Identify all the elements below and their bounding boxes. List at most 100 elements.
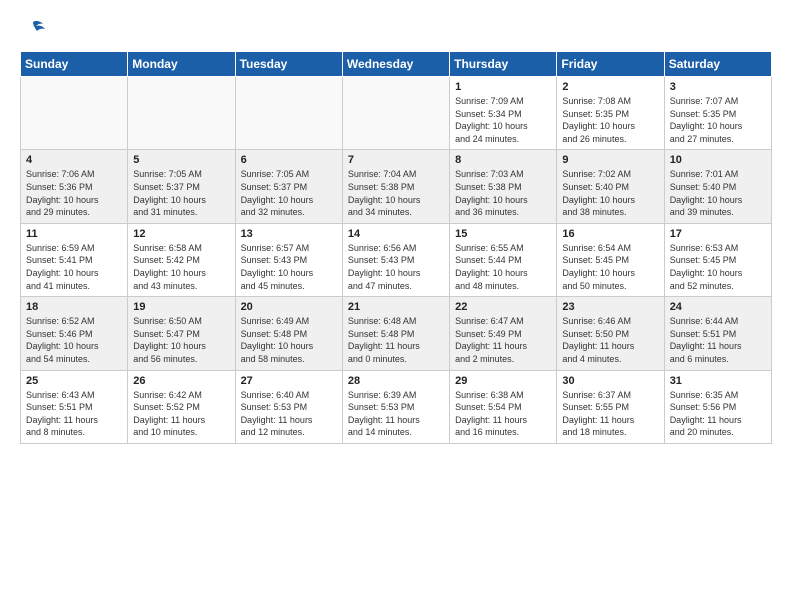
weekday-header-wednesday: Wednesday (342, 52, 449, 77)
day-info: Sunrise: 6:40 AM Sunset: 5:53 PM Dayligh… (241, 389, 337, 439)
day-number: 3 (670, 81, 766, 93)
calendar-cell: 21 Sunrise: 6:48 AM Sunset: 5:48 PM Dayli… (342, 297, 449, 370)
day-number: 25 (26, 375, 122, 387)
day-info: Sunrise: 7:01 AM Sunset: 5:40 PM Dayligh… (670, 168, 766, 218)
calendar-cell: 19Sunrise: 6:50 AM Sunset: 5:47 PM Dayli… (128, 297, 235, 370)
calendar-cell: 4 Sunrise: 7:06 AM Sunset: 5:36 PM Daylig… (21, 150, 128, 223)
day-number: 27 (241, 375, 337, 387)
calendar-cell: 26 Sunrise: 6:42 AM Sunset: 5:52 PM Dayli… (128, 370, 235, 443)
calendar-cell: 14 Sunrise: 6:56 AM Sunset: 5:43 PM Dayli… (342, 223, 449, 296)
calendar-week-4: 18 Sunrise: 6:52 AM Sunset: 5:46 PM Dayli… (21, 297, 772, 370)
day-info: Sunrise: 6:48 AM Sunset: 5:48 PM Dayligh… (348, 315, 444, 365)
day-number: 8 (455, 154, 551, 166)
day-info: Sunrise: 6:44 AM Sunset: 5:51 PM Dayligh… (670, 315, 766, 365)
day-number: 22 (455, 301, 551, 313)
calendar-cell (21, 77, 128, 150)
logo-bird-icon (21, 20, 45, 45)
calendar-cell: 28 Sunrise: 6:39 AM Sunset: 5:53 PM Dayli… (342, 370, 449, 443)
calendar-cell: 15 Sunrise: 6:55 AM Sunset: 5:44 PM Dayli… (450, 223, 557, 296)
day-info: Sunrise: 7:02 AM Sunset: 5:40 PM Dayligh… (562, 168, 658, 218)
day-info: Sunrise: 7:06 AM Sunset: 5:36 PM Dayligh… (26, 168, 122, 218)
day-number: 31 (670, 375, 766, 387)
day-number: 24 (670, 301, 766, 313)
day-info: Sunrise: 6:58 AM Sunset: 5:42 PM Dayligh… (133, 242, 229, 292)
calendar-week-5: 25 Sunrise: 6:43 AM Sunset: 5:51 PM Dayli… (21, 370, 772, 443)
weekday-header-monday: Monday (128, 52, 235, 77)
day-info: Sunrise: 7:03 AM Sunset: 5:38 PM Dayligh… (455, 168, 551, 218)
day-info: Sunrise: 6:53 AM Sunset: 5:45 PM Dayligh… (670, 242, 766, 292)
day-info: Sunrise: 6:55 AM Sunset: 5:44 PM Dayligh… (455, 242, 551, 292)
day-info: Sunrise: 7:08 AM Sunset: 5:35 PM Dayligh… (562, 95, 658, 145)
calendar-cell (342, 77, 449, 150)
calendar-cell: 2 Sunrise: 7:08 AM Sunset: 5:35 PM Daylig… (557, 77, 664, 150)
day-number: 20 (241, 301, 337, 313)
weekday-header-thursday: Thursday (450, 52, 557, 77)
day-number: 10 (670, 154, 766, 166)
calendar-cell: 29 Sunrise: 6:38 AM Sunset: 5:54 PM Dayli… (450, 370, 557, 443)
calendar-cell: 23Sunrise: 6:46 AM Sunset: 5:50 PM Dayli… (557, 297, 664, 370)
day-number: 5 (133, 154, 229, 166)
day-number: 13 (241, 228, 337, 240)
weekday-header-saturday: Saturday (664, 52, 771, 77)
day-info: Sunrise: 7:04 AM Sunset: 5:38 PM Dayligh… (348, 168, 444, 218)
weekday-header-row: SundayMondayTuesdayWednesdayThursdayFrid… (21, 52, 772, 77)
day-number: 17 (670, 228, 766, 240)
calendar-cell: 31 Sunrise: 6:35 AM Sunset: 5:56 PM Dayli… (664, 370, 771, 443)
calendar-cell: 16 Sunrise: 6:54 AM Sunset: 5:45 PM Dayli… (557, 223, 664, 296)
day-info: Sunrise: 6:47 AM Sunset: 5:49 PM Dayligh… (455, 315, 551, 365)
calendar-cell: 7 Sunrise: 7:04 AM Sunset: 5:38 PM Daylig… (342, 150, 449, 223)
day-number: 15 (455, 228, 551, 240)
day-number: 29 (455, 375, 551, 387)
calendar-cell: 9 Sunrise: 7:02 AM Sunset: 5:40 PM Daylig… (557, 150, 664, 223)
calendar-cell: 3 Sunrise: 7:07 AM Sunset: 5:35 PM Daylig… (664, 77, 771, 150)
day-number: 9 (562, 154, 658, 166)
calendar-cell: 27 Sunrise: 6:40 AM Sunset: 5:53 PM Dayli… (235, 370, 342, 443)
calendar-cell: 10 Sunrise: 7:01 AM Sunset: 5:40 PM Dayli… (664, 150, 771, 223)
day-info: Sunrise: 6:39 AM Sunset: 5:53 PM Dayligh… (348, 389, 444, 439)
day-info: Sunrise: 7:07 AM Sunset: 5:35 PM Dayligh… (670, 95, 766, 145)
day-info: Sunrise: 6:35 AM Sunset: 5:56 PM Dayligh… (670, 389, 766, 439)
calendar-week-1: 1 Sunrise: 7:09 AM Sunset: 5:34 PM Daylig… (21, 77, 772, 150)
day-number: 6 (241, 154, 337, 166)
weekday-header-sunday: Sunday (21, 52, 128, 77)
day-info: Sunrise: 6:50 AM Sunset: 5:47 PM Dayligh… (133, 315, 229, 365)
logo (20, 20, 45, 45)
calendar-cell: 20 Sunrise: 6:49 AM Sunset: 5:48 PM Dayli… (235, 297, 342, 370)
day-number: 11 (26, 228, 122, 240)
day-info: Sunrise: 7:05 AM Sunset: 5:37 PM Dayligh… (241, 168, 337, 218)
day-info: Sunrise: 6:49 AM Sunset: 5:48 PM Dayligh… (241, 315, 337, 365)
day-info: Sunrise: 7:05 AM Sunset: 5:37 PM Dayligh… (133, 168, 229, 218)
day-info: Sunrise: 6:57 AM Sunset: 5:43 PM Dayligh… (241, 242, 337, 292)
day-info: Sunrise: 6:59 AM Sunset: 5:41 PM Dayligh… (26, 242, 122, 292)
day-number: 21 (348, 301, 444, 313)
day-info: Sunrise: 6:54 AM Sunset: 5:45 PM Dayligh… (562, 242, 658, 292)
calendar-week-2: 4 Sunrise: 7:06 AM Sunset: 5:36 PM Daylig… (21, 150, 772, 223)
day-number: 2 (562, 81, 658, 93)
weekday-header-friday: Friday (557, 52, 664, 77)
calendar-cell: 1 Sunrise: 7:09 AM Sunset: 5:34 PM Daylig… (450, 77, 557, 150)
day-info: Sunrise: 7:09 AM Sunset: 5:34 PM Dayligh… (455, 95, 551, 145)
day-info: Sunrise: 6:43 AM Sunset: 5:51 PM Dayligh… (26, 389, 122, 439)
calendar-cell: 6 Sunrise: 7:05 AM Sunset: 5:37 PM Daylig… (235, 150, 342, 223)
day-number: 4 (26, 154, 122, 166)
calendar-cell (128, 77, 235, 150)
day-number: 16 (562, 228, 658, 240)
day-number: 7 (348, 154, 444, 166)
calendar-cell (235, 77, 342, 150)
day-number: 26 (133, 375, 229, 387)
day-number: 18 (26, 301, 122, 313)
day-info: Sunrise: 6:37 AM Sunset: 5:55 PM Dayligh… (562, 389, 658, 439)
calendar-table: SundayMondayTuesdayWednesdayThursdayFrid… (20, 51, 772, 444)
calendar-cell: 11 Sunrise: 6:59 AM Sunset: 5:41 PM Dayli… (21, 223, 128, 296)
day-number: 12 (133, 228, 229, 240)
day-number: 14 (348, 228, 444, 240)
day-number: 28 (348, 375, 444, 387)
weekday-header-tuesday: Tuesday (235, 52, 342, 77)
day-info: Sunrise: 6:42 AM Sunset: 5:52 PM Dayligh… (133, 389, 229, 439)
calendar-cell: 30Sunrise: 6:37 AM Sunset: 5:55 PM Dayli… (557, 370, 664, 443)
calendar-cell: 12 Sunrise: 6:58 AM Sunset: 5:42 PM Dayli… (128, 223, 235, 296)
day-info: Sunrise: 6:38 AM Sunset: 5:54 PM Dayligh… (455, 389, 551, 439)
day-info: Sunrise: 6:52 AM Sunset: 5:46 PM Dayligh… (26, 315, 122, 365)
day-info: Sunrise: 6:56 AM Sunset: 5:43 PM Dayligh… (348, 242, 444, 292)
day-number: 1 (455, 81, 551, 93)
